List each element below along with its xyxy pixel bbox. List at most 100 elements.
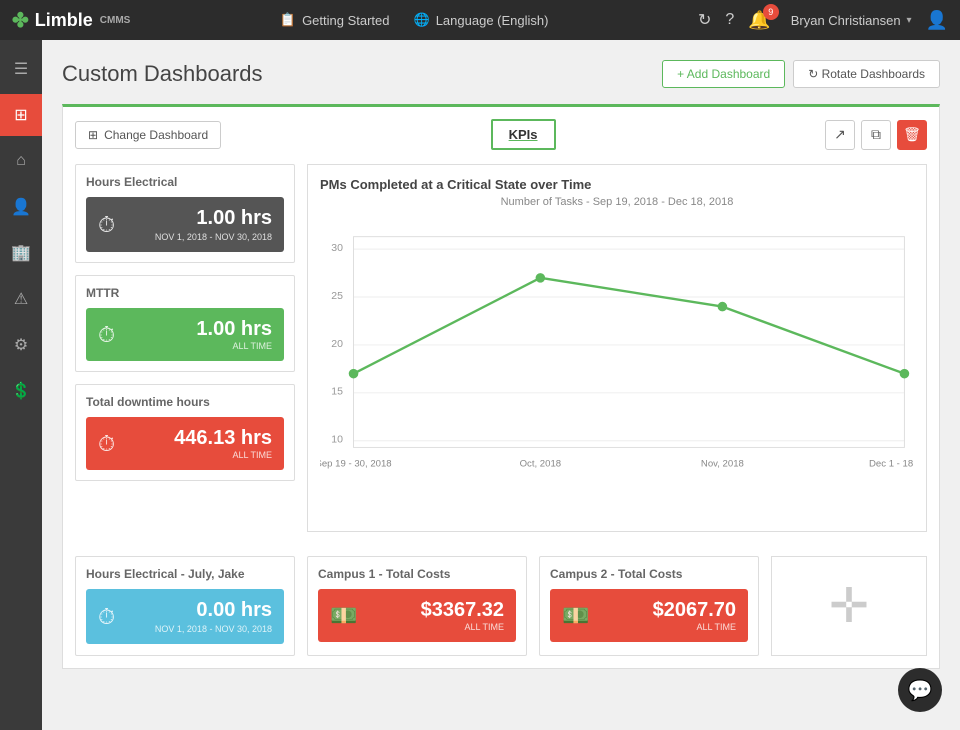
- kpi-value-box-2: ⏱ 1.00 hrs ALL TIME: [86, 308, 284, 361]
- dollar-icon-b2: 💵: [330, 603, 357, 629]
- finance-icon: 💲: [11, 381, 31, 401]
- tab-kpis[interactable]: KPIs: [491, 119, 556, 150]
- svg-text:25: 25: [331, 290, 343, 302]
- mini-kpi-box-2: 💵 $3367.32 ALL TIME: [318, 589, 516, 642]
- user-menu[interactable]: Bryan Christiansen ▾: [791, 13, 912, 28]
- dashboard-toolbar: ⊞ Change Dashboard KPIs ↗ ⧉ 🗑: [75, 119, 927, 150]
- kpi-card-title-1: Hours Electrical: [86, 175, 284, 189]
- mini-kpi-val-1: 0.00 hrs: [155, 599, 272, 622]
- dashboard-grid: Hours Electrical ⏱ 1.00 hrs NOV 1, 2018 …: [75, 164, 927, 544]
- nav-center: 📋 Getting Started 🌐 Language (English): [146, 12, 682, 28]
- add-dashboard-button[interactable]: + Add Dashboard: [662, 60, 785, 88]
- mini-kpi-box-3: 💵 $2067.70 ALL TIME: [550, 589, 748, 642]
- trash-icon: 🗑: [903, 126, 921, 143]
- svg-text:Sep 19 - 30, 2018: Sep 19 - 30, 2018: [320, 459, 392, 470]
- sidebar-item-alerts[interactable]: ⚠: [0, 278, 42, 320]
- svg-text:15: 15: [331, 386, 343, 398]
- chat-icon: 💬: [908, 678, 933, 703]
- kpi-card-downtime: Total downtime hours ⏱ 446.13 hrs ALL TI…: [75, 384, 295, 481]
- home-icon: ⌂: [16, 152, 26, 170]
- sidebar-item-home[interactable]: ⌂: [0, 140, 42, 182]
- nav-getting-started[interactable]: 📋 Getting Started: [280, 12, 390, 28]
- mini-kpi-sub-2: ALL TIME: [421, 622, 504, 632]
- mini-kpi-box-1: ⏱ 0.00 hrs NOV 1, 2018 - NOV 30, 2018: [86, 589, 284, 644]
- change-dashboard-icon: ⊞: [88, 128, 98, 142]
- copy-icon: ⧉: [871, 126, 881, 143]
- logo-cmms: CMMS: [100, 15, 131, 26]
- kpi-card-title-2: MTTR: [86, 286, 284, 300]
- chart-subtitle: Number of Tasks - Sep 19, 2018 - Dec 18,…: [320, 196, 914, 208]
- sidebar-item-dashboard[interactable]: ⊞: [0, 94, 42, 136]
- menu-icon: ☰: [14, 59, 28, 79]
- chart-card: PMs Completed at a Critical State over T…: [307, 164, 927, 532]
- logo-text: Limble: [35, 10, 93, 31]
- sidebar-item-settings[interactable]: ⚙: [0, 324, 42, 366]
- kpi-val-wrap-2: 1.00 hrs ALL TIME: [196, 318, 272, 351]
- kpi-sub-3: ALL TIME: [174, 450, 272, 460]
- kpi-val-wrap-1: 1.00 hrs NOV 1, 2018 - NOV 30, 2018: [155, 207, 272, 242]
- mini-kpi-val-wrap-2: $3367.32 ALL TIME: [421, 599, 504, 632]
- nav-language[interactable]: 🌐 Language (English): [414, 12, 549, 28]
- clock-icon-3: ⏱: [98, 431, 115, 457]
- nav-getting-started-label: Getting Started: [302, 13, 389, 28]
- mini-kpi-title-2: Campus 1 - Total Costs: [318, 567, 516, 581]
- dashboard-container: ⊞ Change Dashboard KPIs ↗ ⧉ 🗑: [62, 104, 940, 669]
- clock-icon-b1: ⏱: [98, 604, 115, 630]
- language-icon: 🌐: [414, 12, 430, 28]
- change-dashboard-button[interactable]: ⊞ Change Dashboard: [75, 121, 221, 149]
- add-widget-box[interactable]: ✛: [771, 556, 927, 656]
- nav-right: ↻ ? 🔔 9 Bryan Christiansen ▾ 👤: [698, 10, 948, 31]
- mini-kpi-card-3: Campus 2 - Total Costs 💵 $2067.70 ALL TI…: [539, 556, 759, 656]
- kpi-val-2: 1.00 hrs: [196, 318, 272, 341]
- svg-text:Dec 1 - 18, 2018: Dec 1 - 18, 2018: [869, 459, 914, 470]
- kpi-card-hours-electrical: Hours Electrical ⏱ 1.00 hrs NOV 1, 2018 …: [75, 164, 295, 263]
- svg-text:10: 10: [331, 434, 343, 446]
- change-dashboard-label: Change Dashboard: [104, 128, 208, 142]
- share-button[interactable]: ↗: [825, 120, 855, 150]
- top-navigation: ✤ Limble CMMS 📋 Getting Started 🌐 Langua…: [0, 0, 960, 40]
- chart-line: [354, 278, 905, 374]
- user-avatar-icon[interactable]: 👤: [926, 10, 948, 31]
- chevron-down-icon: ▾: [907, 15, 912, 26]
- clock-icon-1: ⏱: [98, 212, 115, 238]
- kpi-val-3: 446.13 hrs: [174, 427, 272, 450]
- chat-bubble[interactable]: 💬: [898, 668, 942, 712]
- data-point-3: [718, 302, 728, 312]
- dashboard-icon: ⊞: [14, 105, 27, 125]
- kpi-value-box-3: ⏱ 446.13 hrs ALL TIME: [86, 417, 284, 470]
- header-actions: + Add Dashboard ↻ Rotate Dashboards: [662, 60, 940, 88]
- dollar-icon-b3: 💵: [562, 603, 589, 629]
- kpi-sub-2: ALL TIME: [196, 341, 272, 351]
- clock-icon-2: ⏱: [98, 322, 115, 348]
- data-point-1: [349, 369, 359, 379]
- line-chart: 30 25 20 15 10: [320, 216, 914, 516]
- svg-text:Nov, 2018: Nov, 2018: [701, 459, 744, 470]
- copy-button[interactable]: ⧉: [861, 120, 891, 150]
- mini-kpi-val-wrap-1: 0.00 hrs NOV 1, 2018 - NOV 30, 2018: [155, 599, 272, 634]
- svg-text:20: 20: [331, 338, 343, 350]
- username-label: Bryan Christiansen: [791, 13, 901, 28]
- delete-button[interactable]: 🗑: [897, 120, 927, 150]
- chart-svg-wrapper: 30 25 20 15 10: [320, 216, 914, 519]
- notification-badge: 9: [763, 4, 779, 20]
- building-icon: 🏢: [11, 243, 31, 263]
- logo-icon: ✤: [12, 8, 29, 33]
- sidebar-item-user[interactable]: 👤: [0, 186, 42, 228]
- toolbar-actions: ↗ ⧉ 🗑: [825, 120, 927, 150]
- sidebar-item-menu[interactable]: ☰: [0, 48, 42, 90]
- svg-text:30: 30: [331, 242, 343, 254]
- app-logo[interactable]: ✤ Limble CMMS: [12, 8, 130, 33]
- getting-started-icon: 📋: [280, 12, 296, 28]
- page-title: Custom Dashboards: [62, 61, 263, 87]
- kpi-value-box-1: ⏱ 1.00 hrs NOV 1, 2018 - NOV 30, 2018: [86, 197, 284, 252]
- kpi-column: Hours Electrical ⏱ 1.00 hrs NOV 1, 2018 …: [75, 164, 295, 532]
- sidebar-item-finance[interactable]: 💲: [0, 370, 42, 412]
- rotate-dashboards-button[interactable]: ↻ Rotate Dashboards: [793, 60, 940, 88]
- mini-kpi-val-2: $3367.32: [421, 599, 504, 622]
- mini-kpi-val-3: $2067.70: [653, 599, 736, 622]
- person-icon: 👤: [11, 197, 31, 217]
- sidebar-item-assets[interactable]: 🏢: [0, 232, 42, 274]
- nav-language-label: Language (English): [436, 13, 549, 28]
- refresh-icon[interactable]: ↻: [698, 10, 711, 30]
- help-icon[interactable]: ?: [725, 11, 734, 29]
